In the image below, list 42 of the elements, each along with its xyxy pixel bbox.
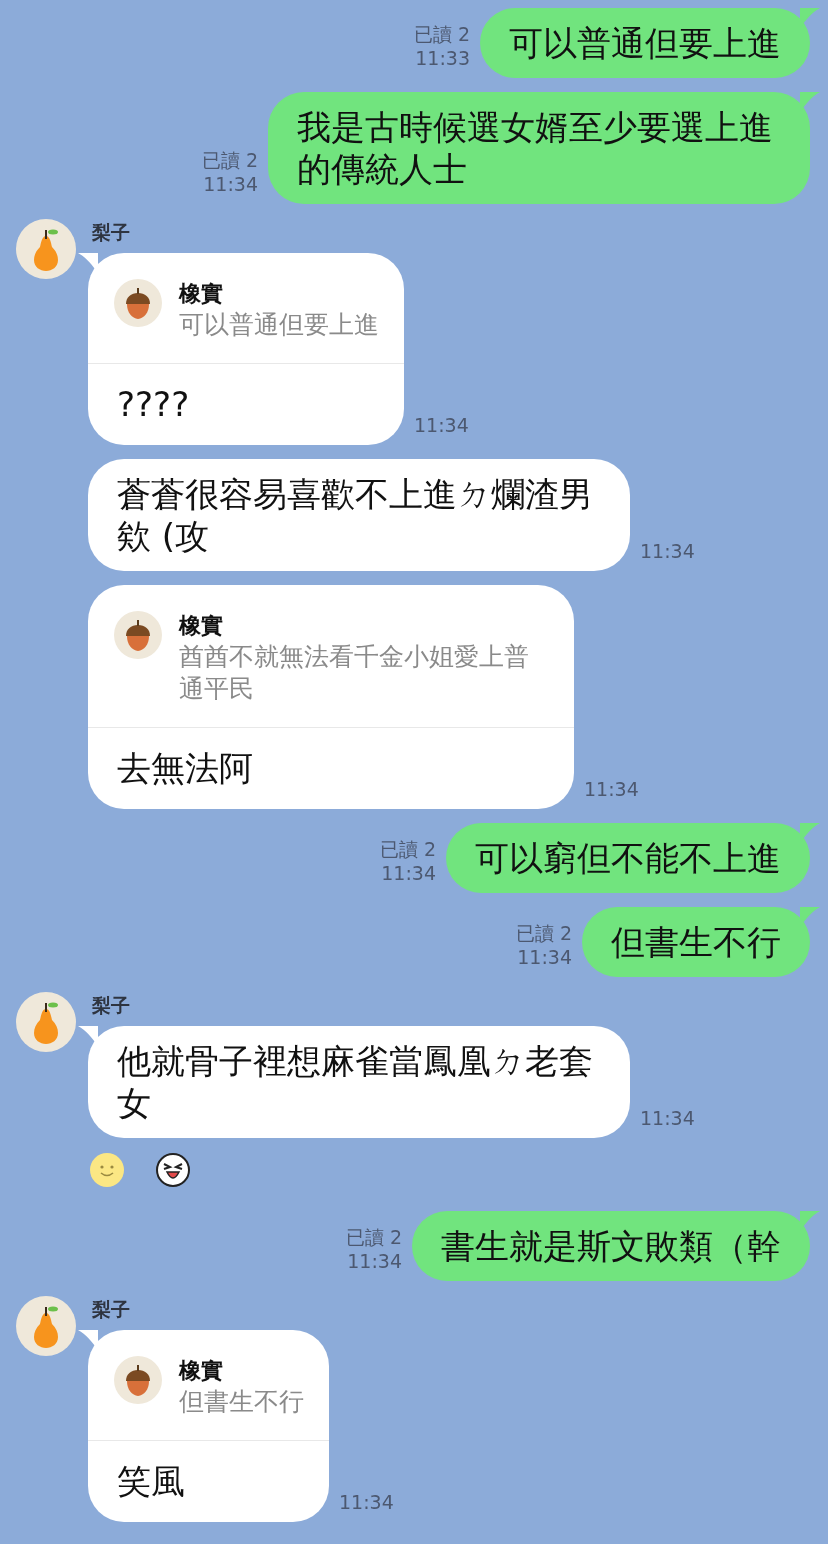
acorn-avatar-icon — [114, 1356, 162, 1404]
pear-avatar-icon[interactable] — [16, 992, 76, 1052]
message-time: 11:33 — [415, 46, 470, 70]
message-text: 可以普通但要上進 — [509, 22, 781, 64]
message-text: 他就骨子裡想麻雀當鳳凰ㄉ老套女 — [117, 1040, 594, 1124]
message-text: 但書生不行 — [611, 921, 781, 963]
quoted-message-text: 可以普通但要上進 — [179, 309, 379, 341]
message-text: 笑風 — [117, 1460, 186, 1502]
laughing-reaction-icon[interactable] — [156, 1153, 190, 1187]
message-text: ???? — [117, 383, 191, 425]
quoted-message-text: 但書生不行 — [179, 1386, 304, 1418]
quoted-message-text: 酋酋不就無法看千金小姐愛上普通平民 — [179, 641, 530, 705]
quoted-sender-name: 橡實 — [179, 280, 224, 308]
message-time: 11:34 — [339, 1490, 394, 1514]
message-text: 去無法阿 — [117, 747, 254, 789]
read-receipt: 已讀 2 — [345, 1225, 402, 1249]
message-time: 11:34 — [203, 172, 258, 196]
read-receipt: 已讀 2 — [379, 837, 436, 861]
pear-avatar-icon[interactable] — [16, 219, 76, 279]
quoted-sender-name: 橡實 — [179, 1357, 224, 1385]
read-receipt: 已讀 2 — [201, 148, 258, 172]
smiley-reaction-icon[interactable] — [90, 1153, 124, 1187]
message-text: 我是古時候選女婿至少要選上進的傳統人士 — [297, 106, 774, 190]
message-text: 蒼蒼很容易喜歡不上進ㄉ爛渣男欸 (攻 — [117, 473, 594, 557]
message-time: 11:34 — [414, 413, 469, 437]
sender-name: 梨子 — [91, 1297, 131, 1322]
message-text: 可以窮但不能不上進 — [475, 837, 781, 879]
message-time: 11:34 — [347, 1249, 402, 1273]
read-receipt: 已讀 2 — [515, 921, 572, 945]
message-time: 11:34 — [381, 861, 436, 885]
message-time: 11:34 — [640, 539, 695, 563]
acorn-avatar-icon — [114, 611, 162, 659]
message-text: 書生就是斯文敗類（幹 — [441, 1225, 781, 1267]
message-time: 11:34 — [584, 777, 639, 801]
message-time: 11:34 — [640, 1106, 695, 1130]
quoted-sender-name: 橡實 — [179, 612, 224, 640]
pear-avatar-icon[interactable] — [16, 1296, 76, 1356]
sender-name: 梨子 — [91, 220, 131, 245]
acorn-avatar-icon — [114, 279, 162, 327]
message-time: 11:34 — [517, 945, 572, 969]
sender-name: 梨子 — [91, 993, 131, 1018]
read-receipt: 已讀 2 — [413, 22, 470, 46]
